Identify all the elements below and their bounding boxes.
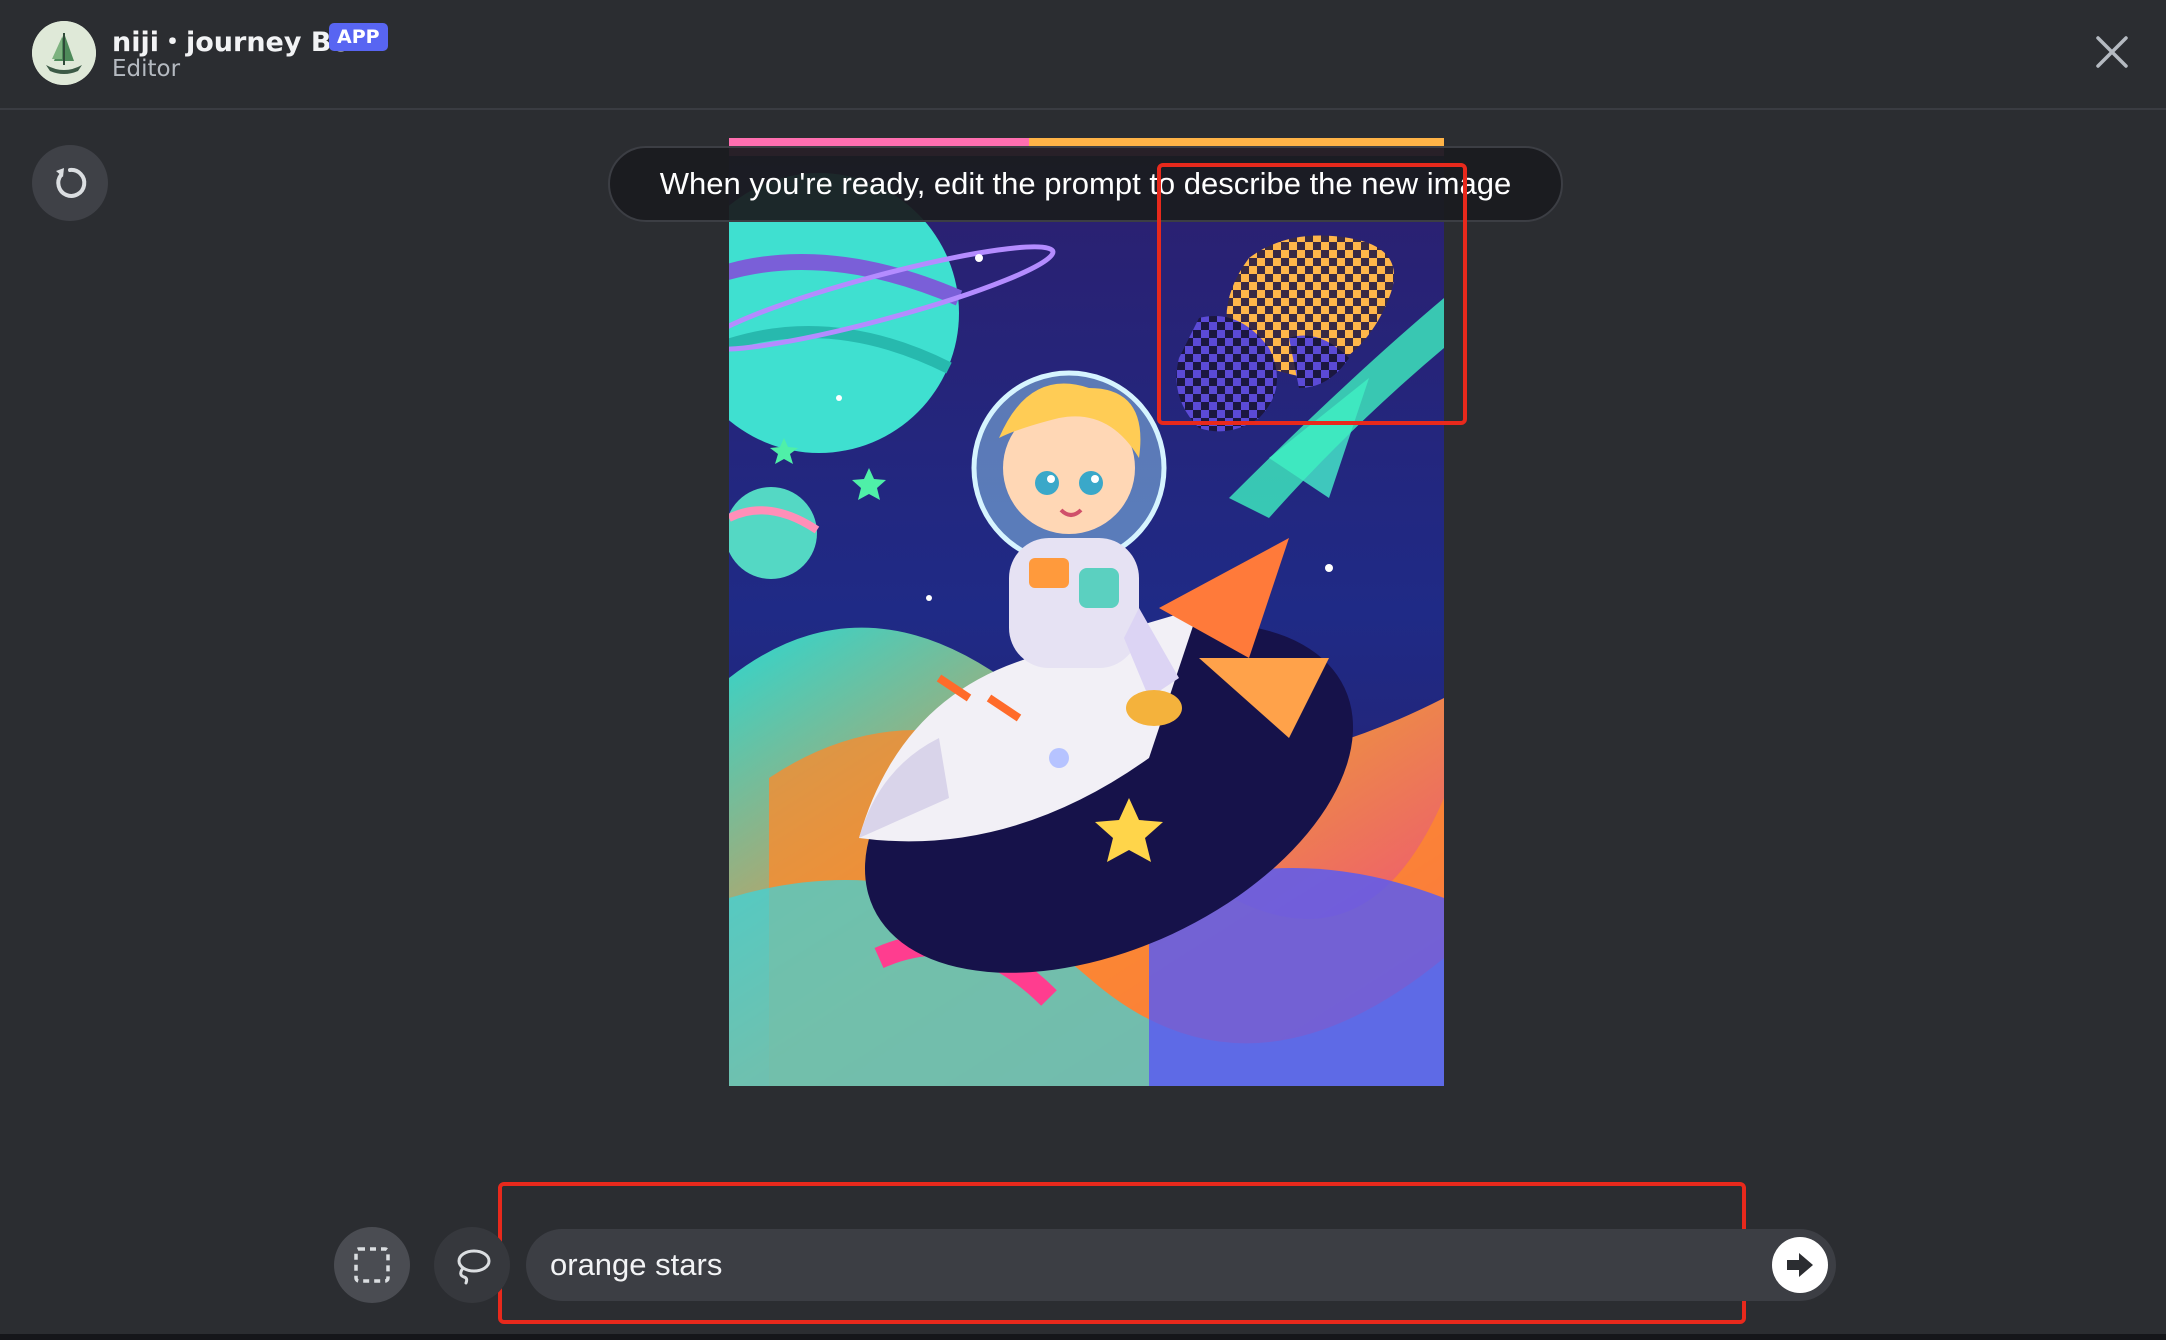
lasso-select-button[interactable]	[434, 1227, 510, 1303]
bot-name[interactable]: niji・journey Bot	[112, 20, 363, 59]
edit-canvas[interactable]	[729, 138, 1444, 1086]
editor-subtitle: Editor	[112, 56, 181, 82]
arrow-right-icon	[1787, 1253, 1813, 1277]
artwork-image	[729, 138, 1444, 1086]
bottom-edge	[0, 1334, 2166, 1340]
rectangle-select-button[interactable]	[334, 1227, 410, 1303]
close-icon	[2096, 36, 2128, 68]
prompt-bar	[526, 1229, 1836, 1301]
prompt-input[interactable]	[550, 1229, 1730, 1301]
close-button[interactable]	[2088, 28, 2136, 76]
lasso-icon	[457, 1249, 491, 1285]
editor-header: niji・journey Bot APP Editor	[0, 0, 2166, 110]
submit-button[interactable]	[1772, 1237, 1828, 1293]
undo-button[interactable]	[32, 145, 108, 221]
bot-avatar[interactable]	[32, 21, 96, 85]
instruction-tooltip: When you're ready, edit the prompt to de…	[608, 146, 1563, 222]
undo-icon	[56, 167, 87, 198]
app-badge: APP	[329, 23, 388, 51]
rect-select-icon	[354, 1247, 390, 1283]
